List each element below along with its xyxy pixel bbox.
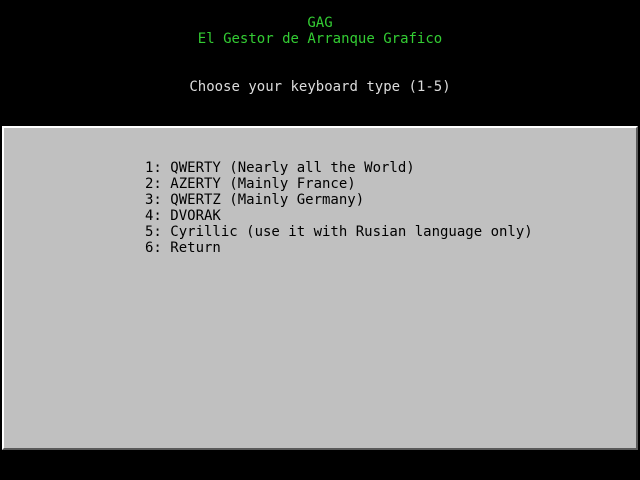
keyboard-menu-panel: 1: QWERTY (Nearly all the World) 2: AZER…	[2, 126, 638, 450]
keyboard-type-menu: 1: QWERTY (Nearly all the World) 2: AZER…	[145, 160, 533, 256]
menu-item-cyrillic[interactable]: 5: Cyrillic (use it with Rusian language…	[145, 224, 533, 240]
menu-item-qwerty[interactable]: 1: QWERTY (Nearly all the World)	[145, 160, 533, 176]
keyboard-type-prompt: Choose your keyboard type (1-5)	[189, 79, 451, 95]
app-subtitle: El Gestor de Arranque Grafico	[197, 31, 443, 47]
app-title: GAG	[307, 15, 333, 31]
menu-item-azerty[interactable]: 2: AZERTY (Mainly France)	[145, 176, 533, 192]
menu-item-dvorak[interactable]: 4: DVORAK	[145, 208, 533, 224]
menu-item-return[interactable]: 6: Return	[145, 240, 533, 256]
menu-item-qwertz[interactable]: 3: QWERTZ (Mainly Germany)	[145, 192, 533, 208]
